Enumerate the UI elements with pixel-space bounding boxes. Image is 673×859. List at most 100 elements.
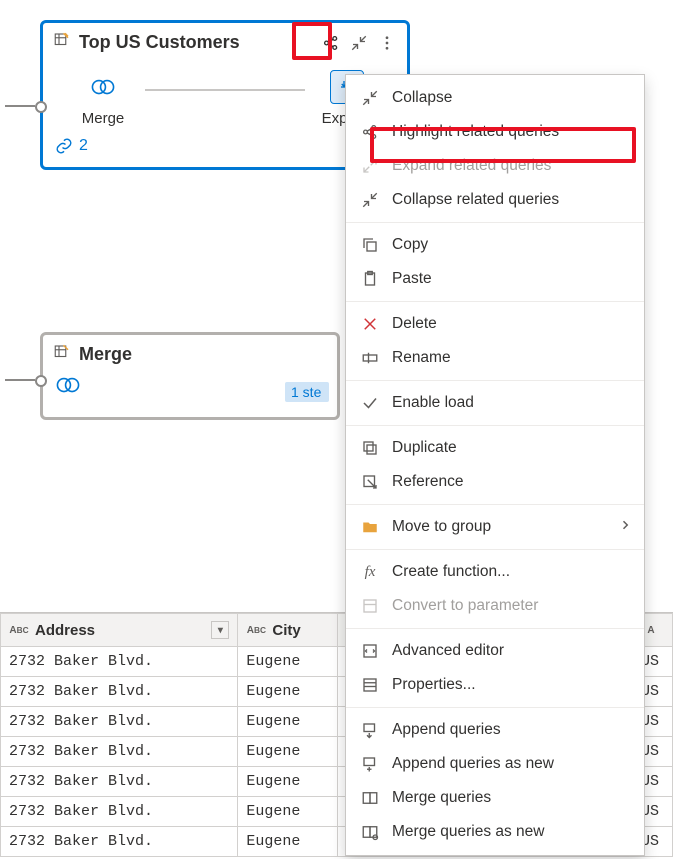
menu-item-create-function[interactable]: fx Create function... [346,555,644,589]
menu-item-merge-queries[interactable]: Merge queries [346,781,644,815]
menu-separator [346,222,644,223]
datatype-text-icon: ABC [246,620,266,640]
datatype-text-icon: ABC [9,620,29,640]
share-icon[interactable] [321,33,341,53]
column-header-address[interactable]: ABC Address ▾ [1,614,238,647]
chevron-down-icon[interactable]: ▾ [211,621,229,639]
menu-label: Create function... [392,563,510,581]
editor-icon [360,641,380,661]
table-query-icon [53,343,71,366]
append-new-icon [360,754,380,774]
step-connector [145,89,305,91]
cell-address[interactable]: 2732 Baker Blvd. [1,827,238,857]
menu-label: Enable load [392,394,474,412]
rename-icon [360,348,380,368]
share-icon [360,122,380,142]
paste-icon [360,269,380,289]
menu-label: Rename [392,349,451,367]
menu-label: Duplicate [392,439,457,457]
port-connector-line [5,105,35,107]
chevron-right-icon [620,518,630,536]
collapse-icon [360,88,380,108]
menu-label: Highlight related queries [392,123,559,141]
input-port[interactable] [35,101,47,113]
menu-item-duplicate[interactable]: Duplicate [346,431,644,465]
menu-item-highlight-related[interactable]: Highlight related queries [346,115,644,149]
menu-separator [346,504,644,505]
cell-address[interactable]: 2732 Baker Blvd. [1,707,238,737]
menu-item-merge-queries-new[interactable]: Merge queries as new [346,815,644,849]
menu-item-convert-to-parameter: Convert to parameter [346,589,644,623]
step-merge[interactable]: Merge [61,70,145,127]
table-query-icon [53,31,71,54]
menu-item-append-queries-new[interactable]: Append queries as new [346,747,644,781]
menu-label: Paste [392,270,432,288]
collapse-icon[interactable] [349,33,369,53]
checkmark-icon [360,393,380,413]
related-count-value: 2 [79,137,88,155]
step-label: Merge [82,110,125,127]
menu-item-move-to-group[interactable]: Move to group [346,510,644,544]
menu-label: Collapse related queries [392,191,559,209]
cell-address[interactable]: 2732 Baker Blvd. [1,797,238,827]
menu-separator [346,301,644,302]
menu-item-rename[interactable]: Rename [346,341,644,375]
cell-city[interactable]: Eugene [238,647,337,677]
menu-label: Move to group [392,518,491,536]
context-menu: Collapse Highlight related queries Expan… [345,74,645,856]
duplicate-icon [360,438,380,458]
menu-label: Convert to parameter [392,597,538,615]
query-card-merge[interactable]: Merge 1 ste [40,332,340,420]
diagram-canvas[interactable]: Top US Customers [0,0,673,859]
port-connector-line [5,379,35,381]
menu-item-copy[interactable]: Copy [346,228,644,262]
menu-item-enable-load[interactable]: Enable load [346,386,644,420]
cell-address[interactable]: 2732 Baker Blvd. [1,767,238,797]
column-header-city[interactable]: ABC City [238,614,337,647]
cell-address[interactable]: 2732 Baker Blvd. [1,677,238,707]
more-options-icon[interactable] [377,33,397,53]
cell-city[interactable]: Eugene [238,677,337,707]
menu-item-collapse-related[interactable]: Collapse related queries [346,183,644,217]
menu-label: Expand related queries [392,157,551,175]
cell-address[interactable]: 2732 Baker Blvd. [1,647,238,677]
cell-address[interactable]: 2732 Baker Blvd. [1,737,238,767]
reference-icon [360,472,380,492]
copy-icon [360,235,380,255]
cell-city[interactable]: Eugene [238,737,337,767]
menu-item-append-queries[interactable]: Append queries [346,713,644,747]
merge-queries-icon [360,788,380,808]
menu-label: Reference [392,473,464,491]
cell-city[interactable]: Eugene [238,827,337,857]
menu-separator [346,380,644,381]
menu-separator [346,425,644,426]
merge-queries-new-icon [360,822,380,842]
expand-icon [360,156,380,176]
menu-item-delete[interactable]: Delete [346,307,644,341]
menu-item-paste[interactable]: Paste [346,262,644,296]
menu-separator [346,628,644,629]
column-label: Address [35,622,95,639]
menu-item-collapse[interactable]: Collapse [346,81,644,115]
menu-label: Collapse [392,89,452,107]
folder-icon [360,517,380,537]
menu-label: Delete [392,315,437,333]
menu-label: Merge queries [392,789,491,807]
column-label: City [272,622,300,639]
related-count[interactable]: 2 [55,137,395,155]
menu-item-properties[interactable]: Properties... [346,668,644,702]
cell-city[interactable]: Eugene [238,767,337,797]
input-port[interactable] [35,375,47,387]
menu-label: Copy [392,236,428,254]
menu-item-reference[interactable]: Reference [346,465,644,499]
append-icon [360,720,380,740]
collapse-icon [360,190,380,210]
menu-label: Advanced editor [392,642,504,660]
menu-item-advanced-editor[interactable]: Advanced editor [346,634,644,668]
menu-label: Merge queries as new [392,823,545,841]
menu-label: Append queries as new [392,755,554,773]
cell-city[interactable]: Eugene [238,707,337,737]
menu-item-expand-related: Expand related queries [346,149,644,183]
merge-step-icon [55,372,81,398]
cell-city[interactable]: Eugene [238,797,337,827]
